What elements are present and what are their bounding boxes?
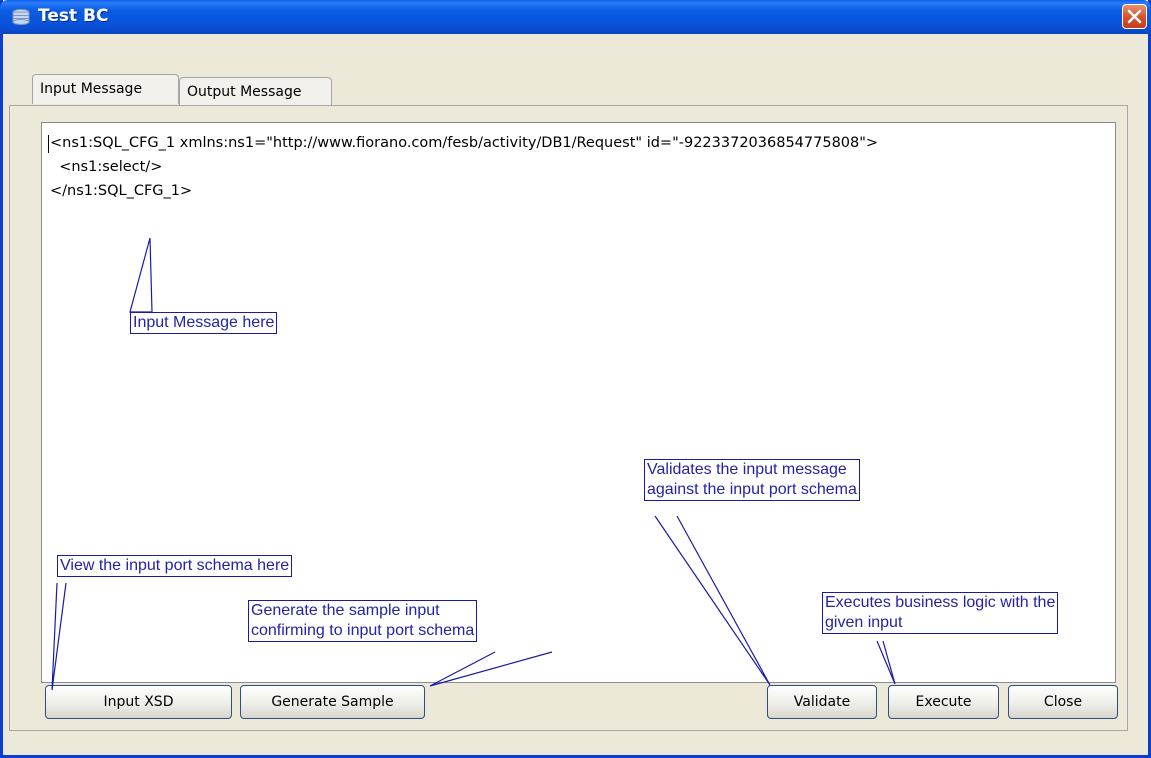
tab-input-message[interactable]: Input Message [32, 74, 179, 104]
close-button[interactable]: Close [1008, 685, 1118, 719]
window-close-button[interactable] [1122, 4, 1147, 29]
validate-button[interactable]: Validate [767, 685, 877, 719]
annotation-execute: Executes business logic with the given i… [822, 592, 1059, 634]
input-xsd-button[interactable]: Input XSD [45, 685, 232, 719]
tab-output-message[interactable]: Output Message [179, 77, 332, 106]
annotation-generate-sample: Generate the sample input confirming to … [248, 600, 478, 642]
annotation-input-port-schema: View the input port schema here [57, 555, 293, 577]
editor-line: <ns1:SQL_CFG_1 xmlns:ns1="http://www.fio… [50, 135, 879, 151]
execute-button[interactable]: Execute [888, 685, 999, 719]
annotation-input-message: Input Message here [130, 312, 278, 334]
window-title: Test BC [38, 6, 109, 26]
text-caret [48, 135, 49, 153]
database-icon [12, 9, 30, 25]
generate-sample-button[interactable]: Generate Sample [240, 685, 425, 719]
editor-content: <ns1:SQL_CFG_1 xmlns:ns1="http://www.fio… [50, 131, 878, 203]
close-icon [1127, 9, 1142, 24]
editor-line: <ns1:select/> [50, 159, 163, 175]
editor-line: </ns1:SQL_CFG_1> [50, 183, 193, 199]
title-bar[interactable]: Test BC [0, 0, 1151, 34]
annotation-validate: Validates the input message against the … [644, 459, 860, 501]
